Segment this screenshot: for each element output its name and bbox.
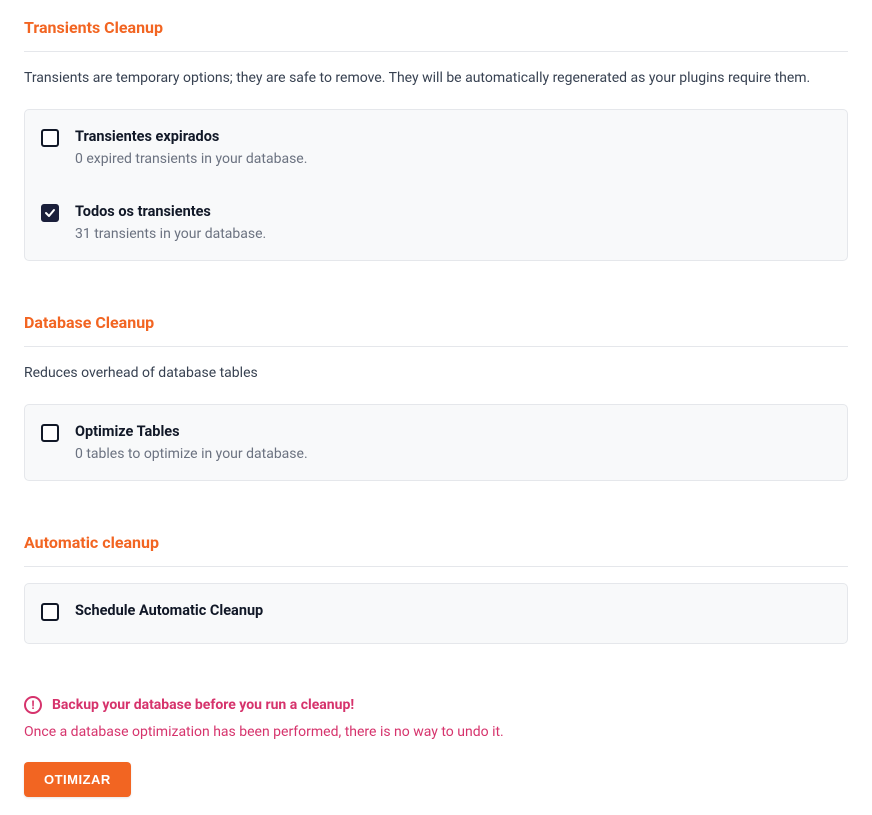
database-cleanup-title: Database Cleanup	[24, 313, 848, 347]
backup-warning-sub: Once a database optimization has been pe…	[24, 724, 848, 740]
expired-transients-option: Transientes expirados 0 expired transien…	[41, 128, 831, 167]
all-transients-checkbox[interactable]	[41, 204, 59, 222]
backup-warning-text: Backup your database before you run a cl…	[52, 697, 354, 713]
optimize-tables-sub: 0 tables to optimize in your database.	[75, 446, 831, 462]
expired-transients-label: Transientes expirados	[75, 128, 831, 145]
all-transients-label: Todos os transientes	[75, 203, 831, 220]
expired-transients-checkbox[interactable]	[41, 129, 59, 147]
optimize-tables-option: Optimize Tables 0 tables to optimize in …	[41, 423, 831, 462]
all-transients-sub: 31 transients in your database.	[75, 226, 831, 242]
transients-cleanup-title: Transients Cleanup	[24, 18, 848, 52]
automatic-cleanup-section: Automatic cleanup Schedule Automatic Cle…	[24, 533, 848, 644]
automatic-options-panel: Schedule Automatic Cleanup	[24, 583, 848, 644]
database-cleanup-section: Database Cleanup Reduces overhead of dat…	[24, 313, 848, 481]
transients-options-panel: Transientes expirados 0 expired transien…	[24, 109, 848, 261]
optimize-button[interactable]: OTIMIZAR	[24, 762, 131, 797]
expired-transients-sub: 0 expired transients in your database.	[75, 151, 831, 167]
schedule-cleanup-label: Schedule Automatic Cleanup	[75, 602, 831, 619]
database-cleanup-description: Reduces overhead of database tables	[24, 363, 848, 384]
optimize-tables-label: Optimize Tables	[75, 423, 831, 440]
schedule-cleanup-checkbox[interactable]	[41, 603, 59, 621]
transients-cleanup-section: Transients Cleanup Transients are tempor…	[24, 18, 848, 261]
database-options-panel: Optimize Tables 0 tables to optimize in …	[24, 404, 848, 481]
all-transients-option: Todos os transientes 31 transients in yo…	[41, 203, 831, 242]
optimize-tables-checkbox[interactable]	[41, 424, 59, 442]
schedule-cleanup-option: Schedule Automatic Cleanup	[41, 602, 831, 625]
backup-warning-row: ! Backup your database before you run a …	[24, 696, 848, 714]
automatic-cleanup-title: Automatic cleanup	[24, 533, 848, 567]
warning-icon: !	[24, 696, 42, 714]
transients-cleanup-description: Transients are temporary options; they a…	[24, 68, 848, 89]
